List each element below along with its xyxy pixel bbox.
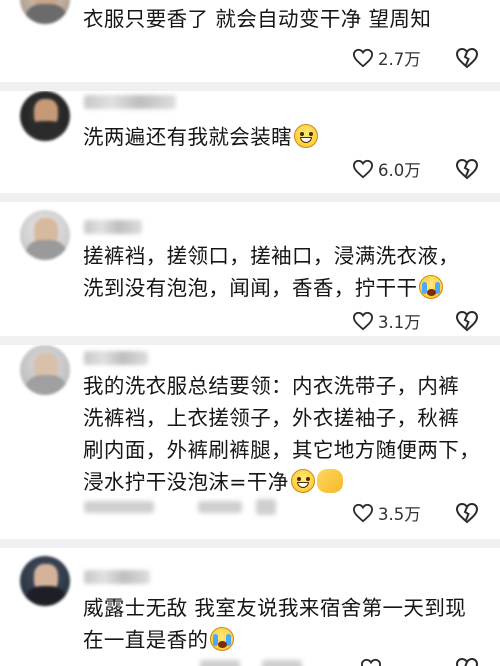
location-blurred <box>256 499 276 515</box>
avatar[interactable] <box>20 91 70 141</box>
crying-emoji-icon <box>419 275 444 299</box>
broken-heart-icon[interactable] <box>455 158 479 180</box>
comment-card: 洗两遍还有我就会装瞎 6.0万 <box>0 91 500 193</box>
heart-outline-icon <box>352 503 374 523</box>
comment-card: 威露士无敌 我室友说我来宿舍第一天到现 在一直是香的 <box>0 548 500 666</box>
comment-line: 洗到没有泡泡，闻闻，香香，拧干干 <box>83 276 418 300</box>
clapping-hands-emoji-icon <box>316 469 343 493</box>
like-button[interactable] <box>360 656 382 666</box>
separator <box>0 82 500 91</box>
comment-line: 在一直是香的 <box>83 628 209 652</box>
heart-outline-icon <box>360 658 382 666</box>
comment-line: 浸水拧干没泡沫=干净 <box>83 470 289 494</box>
comment-line: 我的洗衣服总结要领：内衣洗带子，内裤 <box>83 374 460 398</box>
avatar[interactable] <box>20 556 70 606</box>
like-button[interactable]: 2.7万 <box>352 46 421 70</box>
comment-line: 刷内面，外裤刷裤腿，其它地方随便两下， <box>83 438 481 462</box>
grin-emoji-icon <box>294 124 318 148</box>
like-button[interactable]: 3.5万 <box>352 501 421 525</box>
like-count: 3.5万 <box>378 505 421 524</box>
like-count: 6.0万 <box>378 161 421 180</box>
like-count: 3.1万 <box>378 313 421 332</box>
avatar[interactable] <box>20 345 70 395</box>
comment-line: 搓裤裆，搓领口，搓袖口，浸满洗衣液， <box>83 244 460 268</box>
broken-heart-icon[interactable] <box>455 310 479 332</box>
heart-outline-icon <box>352 311 374 331</box>
username-blurred[interactable] <box>84 351 148 365</box>
comment-text: 我的洗衣服总结要领：内衣洗带子，内裤 洗裤裆，上衣搓领子，外衣搓袖子，秋裤 刷内… <box>83 370 483 498</box>
avatar[interactable] <box>20 210 70 260</box>
comment-text: 搓裤裆，搓领口，搓袖口，浸满洗衣液， 洗到没有泡泡，闻闻，香香，拧干干 <box>83 240 483 304</box>
comment-line: 洗两遍还有我就会装瞎 <box>83 125 292 149</box>
heart-outline-icon <box>352 48 374 68</box>
comment-text: 衣服只要香了 就会自动变干净 望周知 <box>83 3 483 35</box>
comment-line: 威露士无敌 我室友说我来宿舍第一天到现 <box>83 596 467 620</box>
grin-emoji-icon <box>290 469 315 493</box>
comment-text: 威露士无敌 我室友说我来宿舍第一天到现 在一直是香的 <box>83 592 483 656</box>
comment-text: 洗两遍还有我就会装瞎 <box>83 121 483 153</box>
timestamp-blurred <box>200 660 240 666</box>
timestamp-blurred <box>84 501 154 513</box>
like-button[interactable]: 6.0万 <box>352 157 421 181</box>
comment-line: 洗裤裆，上衣搓领子，外衣搓袖子，秋裤 <box>83 406 460 430</box>
broken-heart-icon[interactable] <box>455 502 479 524</box>
comment-card: 衣服只要香了 就会自动变干净 望周知 2.7万 <box>0 0 500 82</box>
comment-card: 我的洗衣服总结要领：内衣洗带子，内裤 洗裤裆，上衣搓领子，外衣搓袖子，秋裤 刷内… <box>0 345 500 539</box>
separator <box>0 193 500 202</box>
like-button[interactable]: 3.1万 <box>352 309 421 333</box>
username-blurred[interactable] <box>84 95 176 109</box>
broken-heart-icon[interactable] <box>455 657 479 666</box>
reply-blurred <box>262 660 302 666</box>
comment-card: 搓裤裆，搓领口，搓袖口，浸满洗衣液， 洗到没有泡泡，闻闻，香香，拧干干 3.1万 <box>0 202 500 336</box>
like-count: 2.7万 <box>378 50 421 69</box>
avatar[interactable] <box>20 0 70 24</box>
comment-line: 衣服只要香了 就会自动变干净 望周知 <box>83 7 432 31</box>
separator <box>0 539 500 548</box>
crying-emoji-icon <box>210 627 235 651</box>
heart-outline-icon <box>352 159 374 179</box>
username-blurred[interactable] <box>84 220 142 234</box>
separator <box>0 336 500 345</box>
broken-heart-icon[interactable] <box>455 47 479 69</box>
username-blurred[interactable] <box>84 570 150 584</box>
reply-blurred <box>198 501 242 513</box>
